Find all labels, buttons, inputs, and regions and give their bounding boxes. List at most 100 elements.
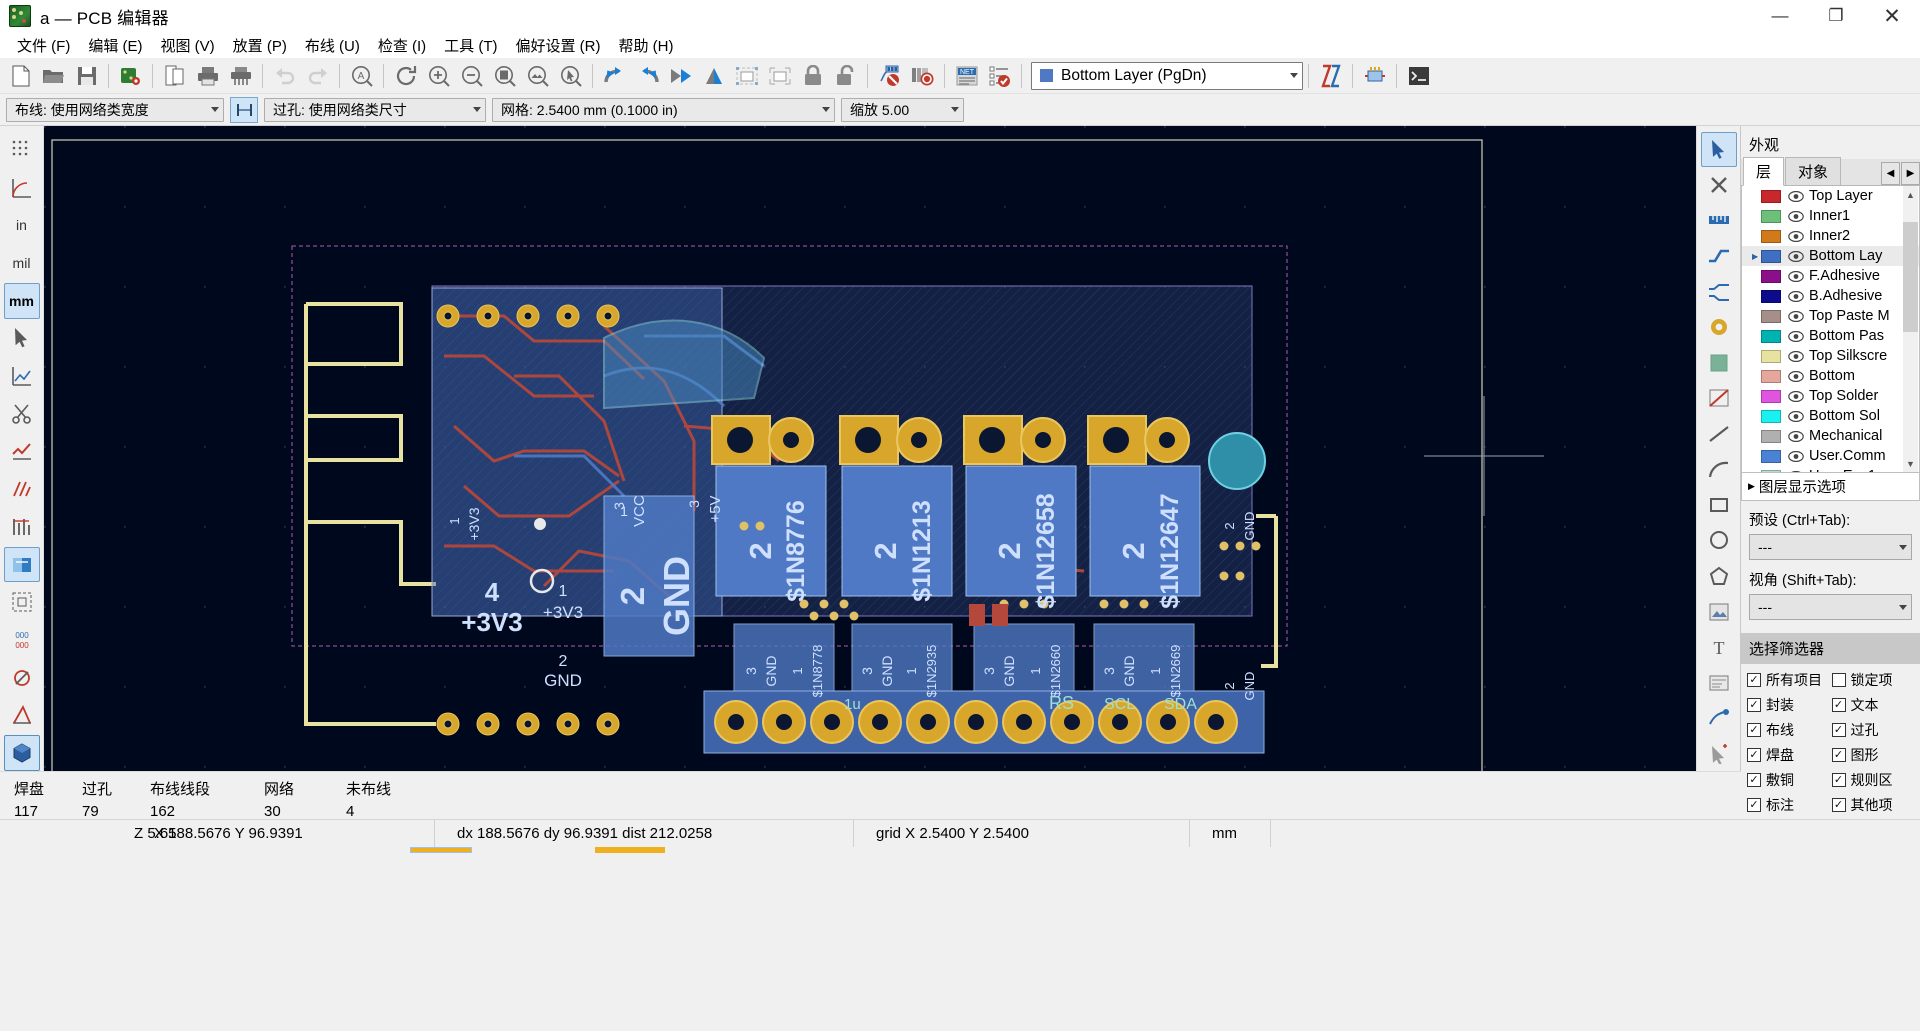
layer-color-swatch[interactable] [1761, 429, 1781, 443]
layer-row[interactable]: Inner2 [1742, 226, 1919, 246]
new-file-icon[interactable] [4, 60, 37, 92]
menu-place[interactable]: 放置 (P) [224, 33, 296, 58]
layer-row[interactable]: Top Solder [1742, 386, 1919, 406]
layer-row[interactable]: F.Adhesive [1742, 266, 1919, 286]
layer-color-swatch[interactable] [1761, 369, 1781, 383]
origin-icon[interactable] [1701, 737, 1737, 772]
circle-icon[interactable] [1701, 523, 1737, 558]
ratsnest-icon[interactable] [4, 358, 40, 394]
visibility-eye-icon[interactable] [1787, 370, 1804, 382]
layer-row[interactable]: Bottom Sol [1742, 406, 1919, 426]
mirror-vertical-icon[interactable] [697, 60, 730, 92]
track-width-select[interactable]: 布线: 使用网络类宽度 [6, 97, 224, 122]
scroll-thumb[interactable] [1903, 222, 1918, 332]
zoom-out-icon[interactable] [455, 60, 488, 92]
layer-row[interactable]: B.Adhesive [1742, 286, 1919, 306]
ungroup-icon[interactable] [763, 60, 796, 92]
visibility-eye-icon[interactable] [1787, 410, 1804, 422]
visibility-eye-icon[interactable] [1787, 190, 1804, 202]
line-icon[interactable] [1701, 417, 1737, 452]
open-folder-icon[interactable] [37, 60, 70, 92]
page-settings-icon[interactable] [158, 60, 191, 92]
visibility-eye-icon[interactable] [1787, 330, 1804, 342]
checkbox[interactable]: ✓ [1747, 798, 1761, 812]
board-setup-icon[interactable] [114, 60, 147, 92]
drc-icon[interactable] [983, 60, 1016, 92]
checkbox[interactable] [1831, 673, 1846, 687]
layer-row[interactable]: Bottom Pas [1742, 326, 1919, 346]
visibility-eye-icon[interactable] [1787, 430, 1804, 442]
layer-color-swatch[interactable] [1761, 289, 1781, 303]
tab-prev-button[interactable]: ◀ [1881, 162, 1900, 185]
differential-pair-icon[interactable] [1701, 274, 1737, 309]
preset-select[interactable]: --- [1749, 534, 1912, 560]
via-size-select[interactable]: 过孔: 使用网络类尺寸 [264, 97, 486, 122]
arc-icon[interactable] [1701, 452, 1737, 487]
group-icon[interactable] [730, 60, 763, 92]
menu-edit[interactable]: 编辑 (E) [79, 33, 151, 58]
layer-pair-icon[interactable] [1314, 60, 1347, 92]
layer-color-swatch[interactable] [1761, 389, 1781, 403]
visibility-eye-icon[interactable] [1787, 230, 1804, 242]
filter-pads[interactable]: ✓ 焊盘 [1747, 745, 1830, 765]
menu-preferences[interactable]: 偏好设置 (R) [507, 33, 610, 58]
visibility-eye-icon[interactable] [1787, 210, 1804, 222]
layer-row[interactable]: Top Silkscre [1742, 346, 1919, 366]
layer-contrast-icon[interactable] [3, 546, 40, 583]
layer-color-swatch[interactable] [1761, 269, 1781, 283]
footprint-editor-icon[interactable] [873, 60, 906, 92]
zoom-fit-icon[interactable] [488, 60, 521, 92]
mirror-horizontal-icon[interactable] [664, 60, 697, 92]
maximize-button[interactable]: ❐ [1808, 0, 1864, 33]
menu-help[interactable]: 帮助 (H) [610, 33, 683, 58]
sketch-tracks-icon[interactable] [4, 660, 40, 696]
text-icon[interactable]: T [1701, 630, 1737, 665]
print-icon[interactable] [191, 60, 224, 92]
visibility-eye-icon[interactable] [1787, 270, 1804, 282]
filter-other-items[interactable]: ✓ 其他项 [1831, 795, 1915, 815]
layer-color-swatch[interactable] [1761, 209, 1781, 223]
visibility-eye-icon[interactable] [1787, 350, 1804, 362]
menu-view[interactable]: 视图 (V) [152, 33, 224, 58]
layer-color-swatch[interactable] [1761, 329, 1781, 343]
unlock-icon[interactable] [829, 60, 862, 92]
filter-text[interactable]: ✓ 文本 [1831, 695, 1915, 715]
menu-inspect[interactable]: 检查 (I) [369, 33, 435, 58]
sketch-graphics-icon[interactable] [4, 698, 40, 734]
sketch-vias-icon[interactable]: 000 000 [4, 622, 40, 658]
units-inch-icon[interactable]: in [4, 207, 40, 243]
checkbox[interactable]: ✓ [1831, 723, 1846, 737]
zoom-select[interactable]: 缩放 5.00 [841, 97, 964, 122]
zone-fill-icon[interactable] [4, 434, 40, 470]
layer-color-swatch[interactable] [1761, 189, 1781, 203]
scripting-console-icon[interactable] [1402, 60, 1435, 92]
checkbox[interactable]: ✓ [1747, 698, 1761, 712]
delete-icon[interactable] [1701, 168, 1737, 203]
tab-layers[interactable]: 层 [1743, 157, 1785, 186]
layer-row[interactable]: User.Eco1 [1742, 466, 1919, 472]
tab-next-button[interactable]: ▶ [1901, 162, 1920, 185]
scroll-down-icon[interactable]: ▼ [1903, 456, 1918, 471]
lock-icon[interactable] [796, 60, 829, 92]
filter-vias[interactable]: ✓ 过孔 [1831, 720, 1915, 740]
layer-color-swatch[interactable] [1761, 409, 1781, 423]
route-track-icon[interactable] [1701, 239, 1737, 274]
via-icon[interactable] [1701, 310, 1737, 345]
filter-all-items[interactable]: ✓ 所有项目 [1747, 670, 1830, 690]
scissors-icon[interactable] [4, 396, 40, 432]
polygon-icon[interactable] [1701, 559, 1737, 594]
layer-color-swatch[interactable] [1761, 349, 1781, 363]
layer-color-swatch[interactable] [1761, 469, 1781, 472]
scroll-up-icon[interactable]: ▲ [1903, 187, 1918, 202]
units-mm-icon[interactable]: mm [3, 282, 40, 319]
refresh-icon[interactable] [389, 60, 422, 92]
grid-select[interactable]: 网格: 2.5400 mm (0.1000 in) [492, 97, 835, 122]
active-layer-select[interactable]: Bottom Layer (PgDn) [1031, 61, 1303, 90]
layer-row[interactable]: Bottom [1742, 366, 1919, 386]
net-inspector-icon[interactable]: NET [950, 60, 983, 92]
layer-list[interactable]: Top Layer Inner1 Inner2 ▶ Bottom Lay F.Adhesi… [1741, 186, 1920, 473]
dimension-icon[interactable] [1701, 665, 1737, 700]
filter-footprints[interactable]: ✓ 封装 [1747, 695, 1830, 715]
sketch-pads-icon[interactable] [4, 584, 40, 620]
visibility-eye-icon[interactable] [1787, 250, 1804, 262]
